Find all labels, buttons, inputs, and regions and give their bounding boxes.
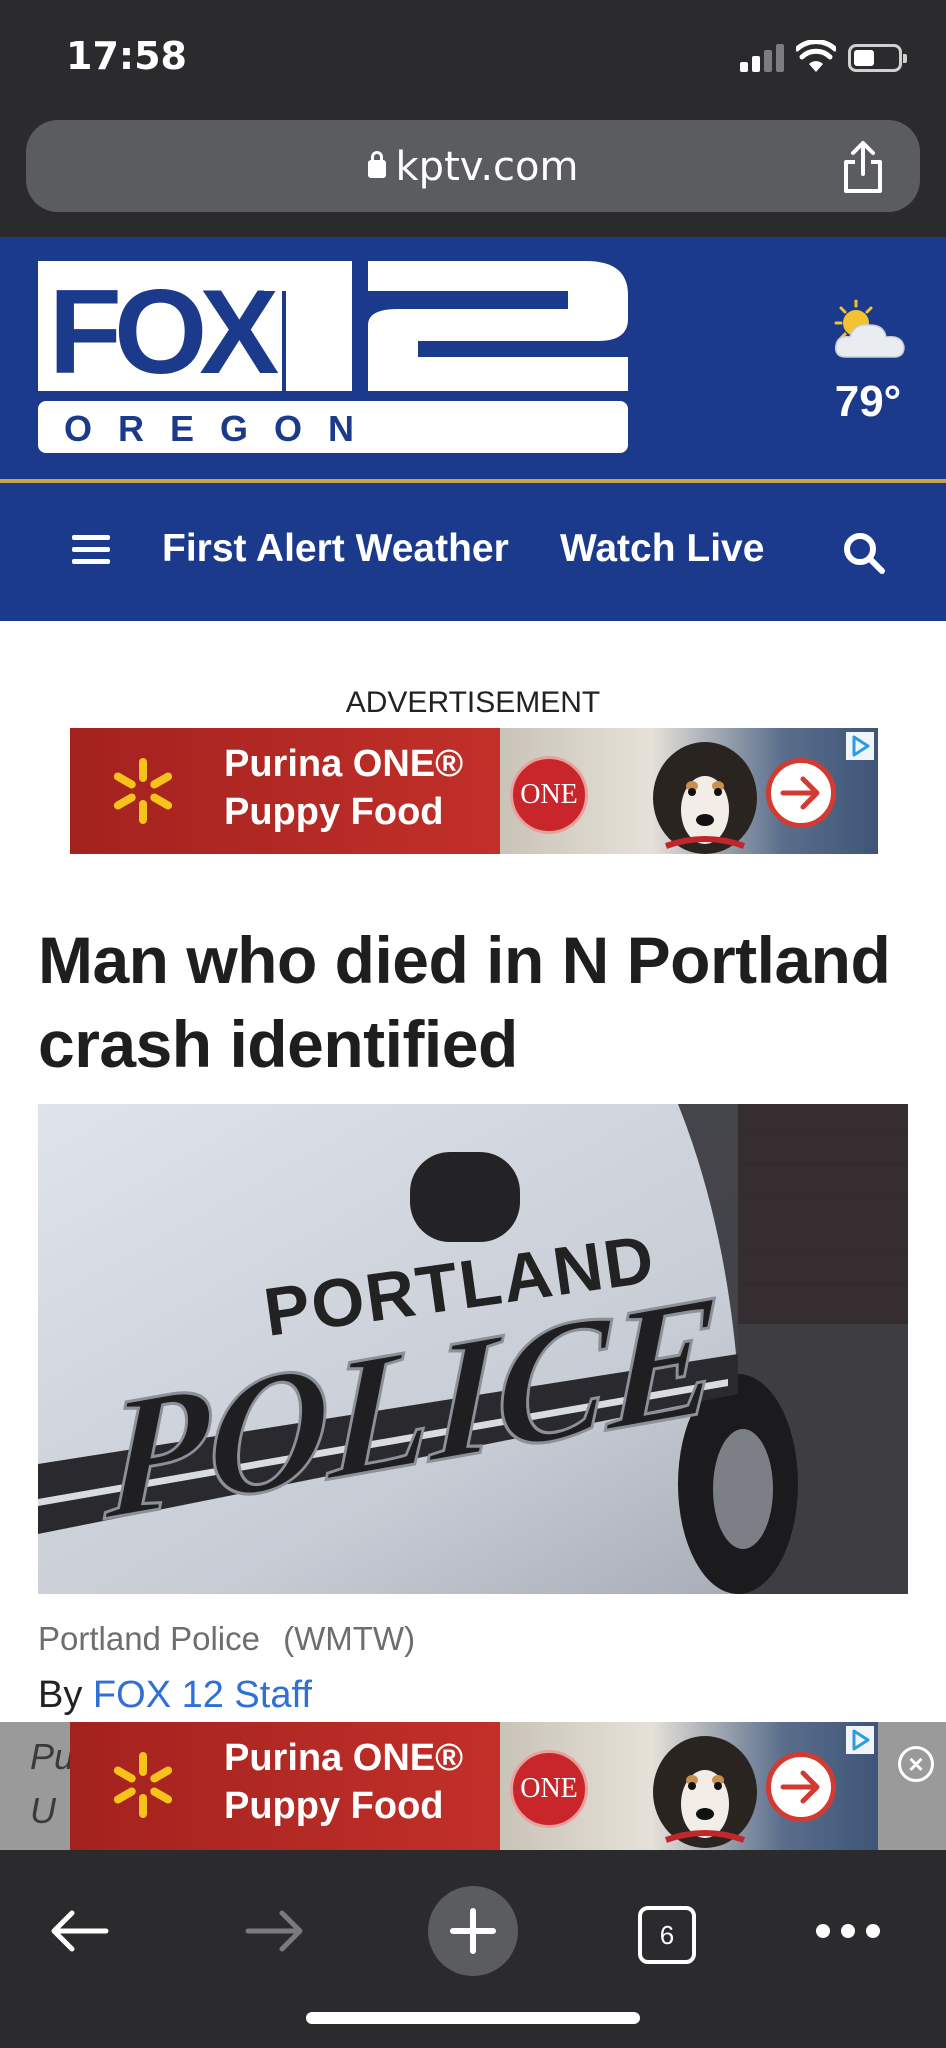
page: 17:58 kptv.com FOX OREGON 79° First Aler…: [0, 0, 946, 2048]
tab-count-button[interactable]: 6: [638, 1906, 696, 1964]
logo-region: OREGON: [64, 408, 380, 449]
new-tab-button[interactable]: [428, 1886, 518, 1976]
logo-brand: FOX: [49, 265, 279, 399]
browser-toolbar: 6: [0, 1850, 946, 2048]
caption-text: Portland Police: [38, 1620, 260, 1657]
sticky-bleed-text-1: Pu: [30, 1736, 75, 1777]
main-nav: First Alert Weather Watch Live: [0, 483, 946, 621]
url-text: kptv.com: [395, 144, 579, 190]
puppy-image: [653, 742, 757, 854]
adchoices-icon[interactable]: [846, 732, 874, 760]
advertisement-label: ADVERTISEMENT: [345, 686, 601, 719]
walmart-spark-icon: [113, 758, 173, 824]
walmart-spark-icon: [113, 1752, 173, 1818]
caption-credit: (WMTW): [283, 1620, 416, 1657]
article-headline: Man who died in N Portland crash identif…: [38, 923, 891, 1081]
byline: By FOX 12 Staff: [38, 1674, 312, 1717]
site-header: FOX OREGON 79°: [0, 237, 946, 479]
sticky-ad-container: Pu U Purina ONE® Puppy Food ONE ×: [0, 1722, 946, 1850]
address-bar[interactable]: kptv.com: [26, 120, 920, 212]
close-ad-icon[interactable]: ×: [898, 1746, 934, 1782]
fox12-oregon-logo[interactable]: FOX OREGON: [38, 261, 628, 453]
status-time: 17:58: [66, 34, 187, 78]
ad-line-1: Purina ONE®: [224, 743, 464, 785]
purina-one-badge: ONE: [510, 756, 588, 834]
adchoices-icon[interactable]: [846, 1726, 874, 1754]
article-hero-image[interactable]: PORTLAND POLICE: [38, 1104, 908, 1594]
ad-banner[interactable]: Purina ONE® Puppy Food ONE: [70, 728, 878, 854]
sticky-ad-line-1: Purina ONE®: [224, 1737, 464, 1779]
plus-icon: [450, 1908, 496, 1954]
purina-one-badge: ONE: [510, 1750, 588, 1828]
home-indicator[interactable]: [306, 2012, 640, 2024]
search-icon[interactable]: [842, 531, 886, 575]
more-options-icon[interactable]: [816, 1924, 880, 1940]
ad-arrow-icon: [766, 1752, 836, 1822]
share-icon[interactable]: [838, 140, 888, 194]
nav-link-watch-live[interactable]: Watch Live: [560, 527, 764, 571]
temperature[interactable]: 79°: [808, 377, 928, 427]
sticky-ad-banner[interactable]: Purina ONE® Puppy Food ONE: [70, 1722, 878, 1850]
image-caption: Portland Police (WMTW): [38, 1620, 415, 1658]
sticky-ad-line-2: Puppy Food: [224, 1785, 444, 1827]
ad-line-2: Puppy Food: [224, 791, 444, 833]
byline-prefix: By: [38, 1674, 83, 1716]
back-arrow-icon[interactable]: [48, 1906, 110, 1956]
author-link[interactable]: FOX 12 Staff: [93, 1674, 312, 1716]
forward-arrow-icon[interactable]: [244, 1906, 306, 1956]
sticky-bleed-text-2: U: [30, 1790, 56, 1831]
battery-icon: [848, 44, 907, 72]
browser-chrome: 17:58 kptv.com: [0, 0, 946, 237]
partly-cloudy-icon: [834, 299, 905, 358]
ad-arrow-icon: [766, 758, 836, 828]
lock-icon: [367, 151, 386, 178]
puppy-image: [653, 1736, 757, 1848]
hamburger-menu-icon[interactable]: [72, 535, 110, 565]
nav-link-first-alert-weather[interactable]: First Alert Weather: [162, 527, 509, 571]
wifi-icon: [796, 40, 836, 72]
cellular-signal-icon: [740, 44, 784, 72]
